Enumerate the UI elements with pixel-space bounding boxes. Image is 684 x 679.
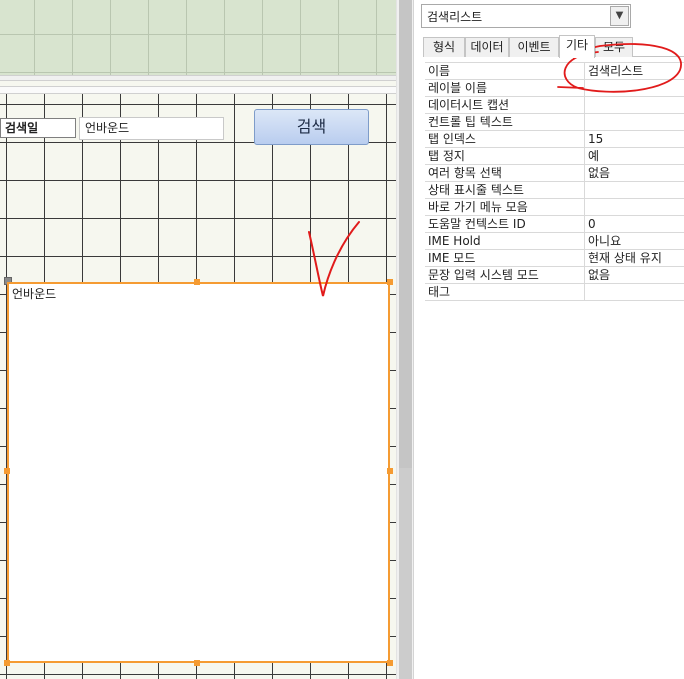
property-value[interactable]: 15 [588,131,684,147]
resize-handle-right[interactable] [387,468,393,474]
property-name: 상태 표시줄 텍스트 [428,183,524,197]
property-row-ime-mode[interactable]: IME 모드 현재 상태 유지 [425,250,684,267]
tab-format[interactable]: 형식 [423,37,465,57]
scrollbar-track[interactable] [399,468,412,679]
scrollbar-thumb[interactable] [399,0,412,468]
form-design-surface[interactable]: 검색일 언바운드 검색 언바운드 [0,0,396,679]
property-name: 태그 [428,285,451,299]
property-value[interactable]: 예 [588,148,684,164]
property-name: 컨트롤 팁 텍스트 [428,115,513,129]
checkmark-annotation-icon [308,221,360,297]
search-textbox[interactable]: 언바운드 [79,117,224,140]
property-grid: 이름 검색리스트 레이블 이름 데이터시트 캡션 컨트롤 팁 텍스트 탭 인덱스 1… [425,62,684,301]
search-listbox[interactable]: 언바운드 [7,282,390,663]
property-name: IME 모드 [428,251,476,265]
property-row-shortcut-menu-bar[interactable]: 바로 가기 메뉴 모음 [425,199,684,216]
property-row-ime-hold[interactable]: IME Hold 아니요 [425,233,684,250]
tab-all[interactable]: 모두 [595,37,633,57]
object-selector-dropdown[interactable]: 검색리스트 ▼ [421,4,631,28]
property-row-status-bar-text[interactable]: 상태 표시줄 텍스트 [425,182,684,199]
section-divider-detail[interactable] [0,86,396,94]
property-tabs: 형식 데이터 이벤트 기타 모두 [423,35,684,58]
property-row-tab-index[interactable]: 탭 인덱스 15 [425,131,684,148]
resize-handle-top[interactable] [194,279,200,285]
property-name: 이름 [428,64,451,78]
property-name: 데이터시트 캡션 [428,98,510,112]
property-row-datasheet-caption[interactable]: 데이터시트 캡션 [425,97,684,114]
property-row-sentence-mode[interactable]: 문장 입력 시스템 모드 없음 [425,267,684,284]
chevron-down-icon[interactable]: ▼ [610,6,629,26]
listbox-unbound-text: 언바운드 [12,287,57,301]
property-name: 레이블 이름 [428,81,488,95]
property-name: 도움말 컨텍스트 ID [428,217,526,231]
resize-handle-bottom-left[interactable] [4,660,10,666]
property-value[interactable]: 없음 [588,267,684,283]
property-name: 탭 정지 [428,149,465,163]
resize-handle-left[interactable] [4,468,10,474]
property-value[interactable]: 아니요 [588,233,684,249]
property-sheet: 검색리스트 ▼ 형식 데이터 이벤트 기타 모두 이름 검색리스트 레이블 이름 … [413,0,684,679]
property-row-tab-stop[interactable]: 탭 정지 예 [425,148,684,165]
property-name: IME Hold [428,234,481,248]
property-value[interactable]: 0 [588,216,684,232]
search-date-label[interactable]: 검색일 [0,118,76,138]
property-row-label-name[interactable]: 레이블 이름 [425,80,684,97]
resize-handle-bottom-right[interactable] [387,660,393,666]
property-row-name[interactable]: 이름 검색리스트 [425,63,684,80]
vertical-scrollbar[interactable] [396,0,413,679]
property-name: 여러 항목 선택 [428,166,502,180]
search-button[interactable]: 검색 [254,109,369,145]
property-row-help-context-id[interactable]: 도움말 컨텍스트 ID 0 [425,216,684,233]
property-row-multi-select[interactable]: 여러 항목 선택 없음 [425,165,684,182]
property-value[interactable]: 현재 상태 유지 [588,250,684,266]
resize-handle-top-right[interactable] [387,279,393,285]
property-name: 바로 가기 메뉴 모음 [428,200,528,214]
selected-object-name: 검색리스트 [427,10,483,24]
property-row-tag[interactable]: 태그 [425,284,684,301]
section-divider[interactable] [0,75,396,81]
property-name: 탭 인덱스 [428,132,476,146]
property-value[interactable]: 검색리스트 [588,63,684,79]
form-header-section[interactable] [0,0,396,75]
tab-event[interactable]: 이벤트 [509,37,559,57]
resize-handle-bottom[interactable] [194,660,200,666]
property-value[interactable]: 없음 [588,165,684,181]
tab-data[interactable]: 데이터 [465,37,509,57]
property-name: 문장 입력 시스템 모드 [428,268,539,282]
property-row-control-tip[interactable]: 컨트롤 팁 텍스트 [425,114,684,131]
tab-other[interactable]: 기타 [559,35,595,58]
